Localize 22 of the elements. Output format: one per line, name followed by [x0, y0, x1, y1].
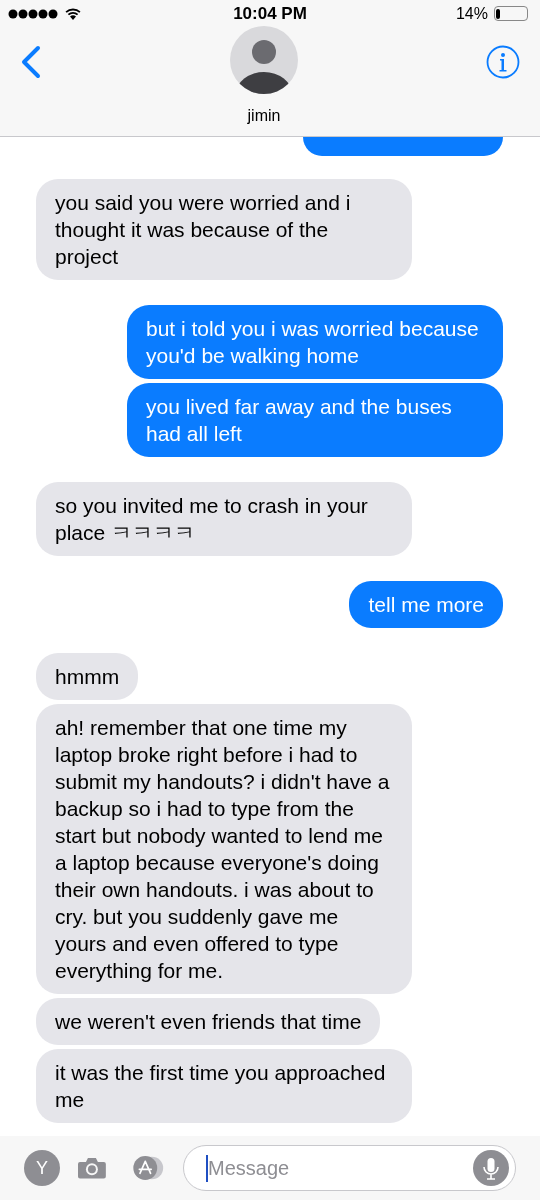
- message-bubble: you said you were worried and i thought it was because of the project: [36, 179, 412, 280]
- message-bubble: so you invited me to crash in your place ㅋㅋㅋㅋ: [36, 482, 412, 556]
- message-bubble: you lived far away and the buses had all left: [127, 383, 503, 457]
- signal-icon: [8, 8, 58, 19]
- message-bubble: hmmm: [36, 653, 139, 700]
- battery-icon: [494, 6, 528, 21]
- message-bubble: tell me more: [349, 581, 503, 628]
- info-icon[interactable]: [486, 45, 520, 79]
- message-field[interactable]: Message: [208, 1153, 473, 1183]
- message-bubble: we weren't even friends that time: [36, 998, 381, 1045]
- message-input[interactable]: Message: [183, 1145, 516, 1191]
- avatar-button[interactable]: Y: [24, 1150, 60, 1186]
- status-time: 10:04 PM: [233, 2, 307, 25]
- wifi-icon: [64, 7, 82, 20]
- text-cursor: [206, 1154, 208, 1182]
- battery-percent: 14%: [455, 3, 488, 24]
- microphone-icon[interactable]: [473, 1150, 509, 1186]
- message-bubble: it was the first time you approached me: [36, 1049, 412, 1123]
- contact-name: jimin: [247, 106, 281, 126]
- back-chevron-icon[interactable]: [20, 45, 42, 79]
- message-bubble: ah! remember that one time my laptop broke right before i had to submit my handouts? i didn't have a backup so i had to type from the start but nobody wanted to lend me a laptop because everyone's doing their own handouts. i was about to cry. but you suddenly gave me yours and even offered to type everything for me.: [36, 704, 412, 994]
- message-bubble: but i told you i was worried because you'd be walking home: [127, 305, 503, 379]
